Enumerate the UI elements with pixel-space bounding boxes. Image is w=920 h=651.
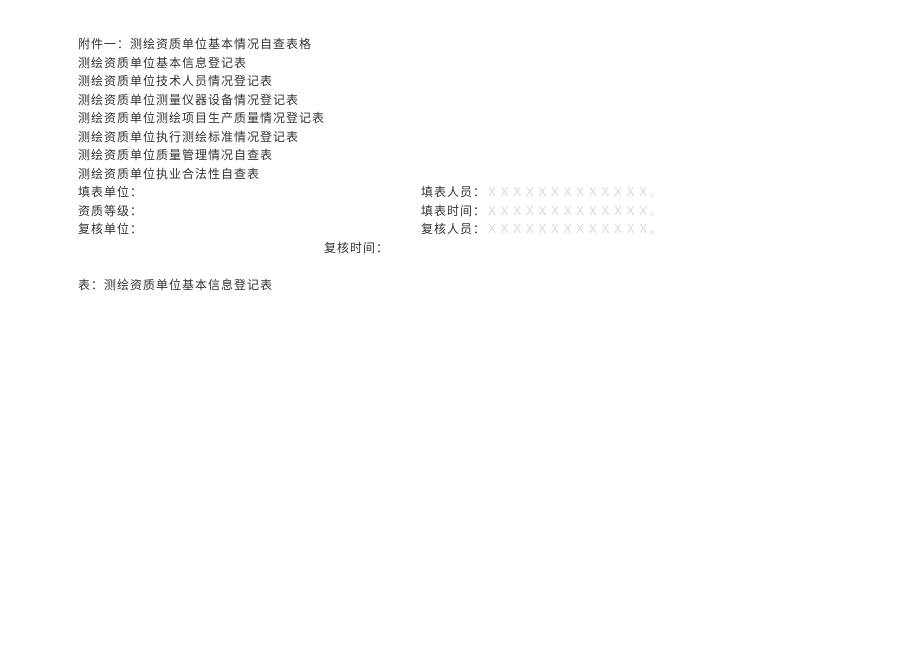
table-caption: 表：测绘资质单位基本信息登记表 <box>78 276 842 295</box>
field-row: 填表单位： 填表人员： ＸＸＸＸＸＸＸＸＸＸＸＸＸ。 <box>78 183 842 202</box>
list-item: 测绘资质单位技术人员情况登记表 <box>78 72 842 91</box>
field-row: 复核单位： 复核人员： ＸＸＸＸＸＸＸＸＸＸＸＸＸ。 <box>78 220 842 239</box>
field-label-right: 复核人员： <box>421 220 486 239</box>
field-label-center: 复核时间： <box>78 239 842 258</box>
field-value: ＸＸＸＸＸＸＸＸＸＸＸＸＸ。 <box>486 220 662 239</box>
list-item: 测绘资质单位测量仪器设备情况登记表 <box>78 91 842 110</box>
list-item: 测绘资质单位执行测绘标准情况登记表 <box>78 128 842 147</box>
blank-line <box>78 257 842 276</box>
field-row: 资质等级： 填表时间： ＸＸＸＸＸＸＸＸＸＸＸＸＸ。 <box>78 202 842 221</box>
field-value: ＸＸＸＸＸＸＸＸＸＸＸＸＸ。 <box>486 183 662 202</box>
field-label-left: 资质等级： <box>78 202 421 221</box>
field-value: ＸＸＸＸＸＸＸＸＸＸＸＸＸ。 <box>486 202 662 221</box>
list-item: 测绘资质单位质量管理情况自查表 <box>78 146 842 165</box>
field-label-left: 填表单位： <box>78 183 421 202</box>
field-label-left: 复核单位： <box>78 220 421 239</box>
field-label-right: 填表人员： <box>421 183 486 202</box>
list-item: 测绘资质单位基本信息登记表 <box>78 54 842 73</box>
list-item: 测绘资质单位测绘项目生产质量情况登记表 <box>78 109 842 128</box>
doc-title: 附件一：测绘资质单位基本情况自查表格 <box>78 35 842 54</box>
field-label-right: 填表时间： <box>421 202 486 221</box>
list-item: 测绘资质单位执业合法性自查表 <box>78 165 842 184</box>
